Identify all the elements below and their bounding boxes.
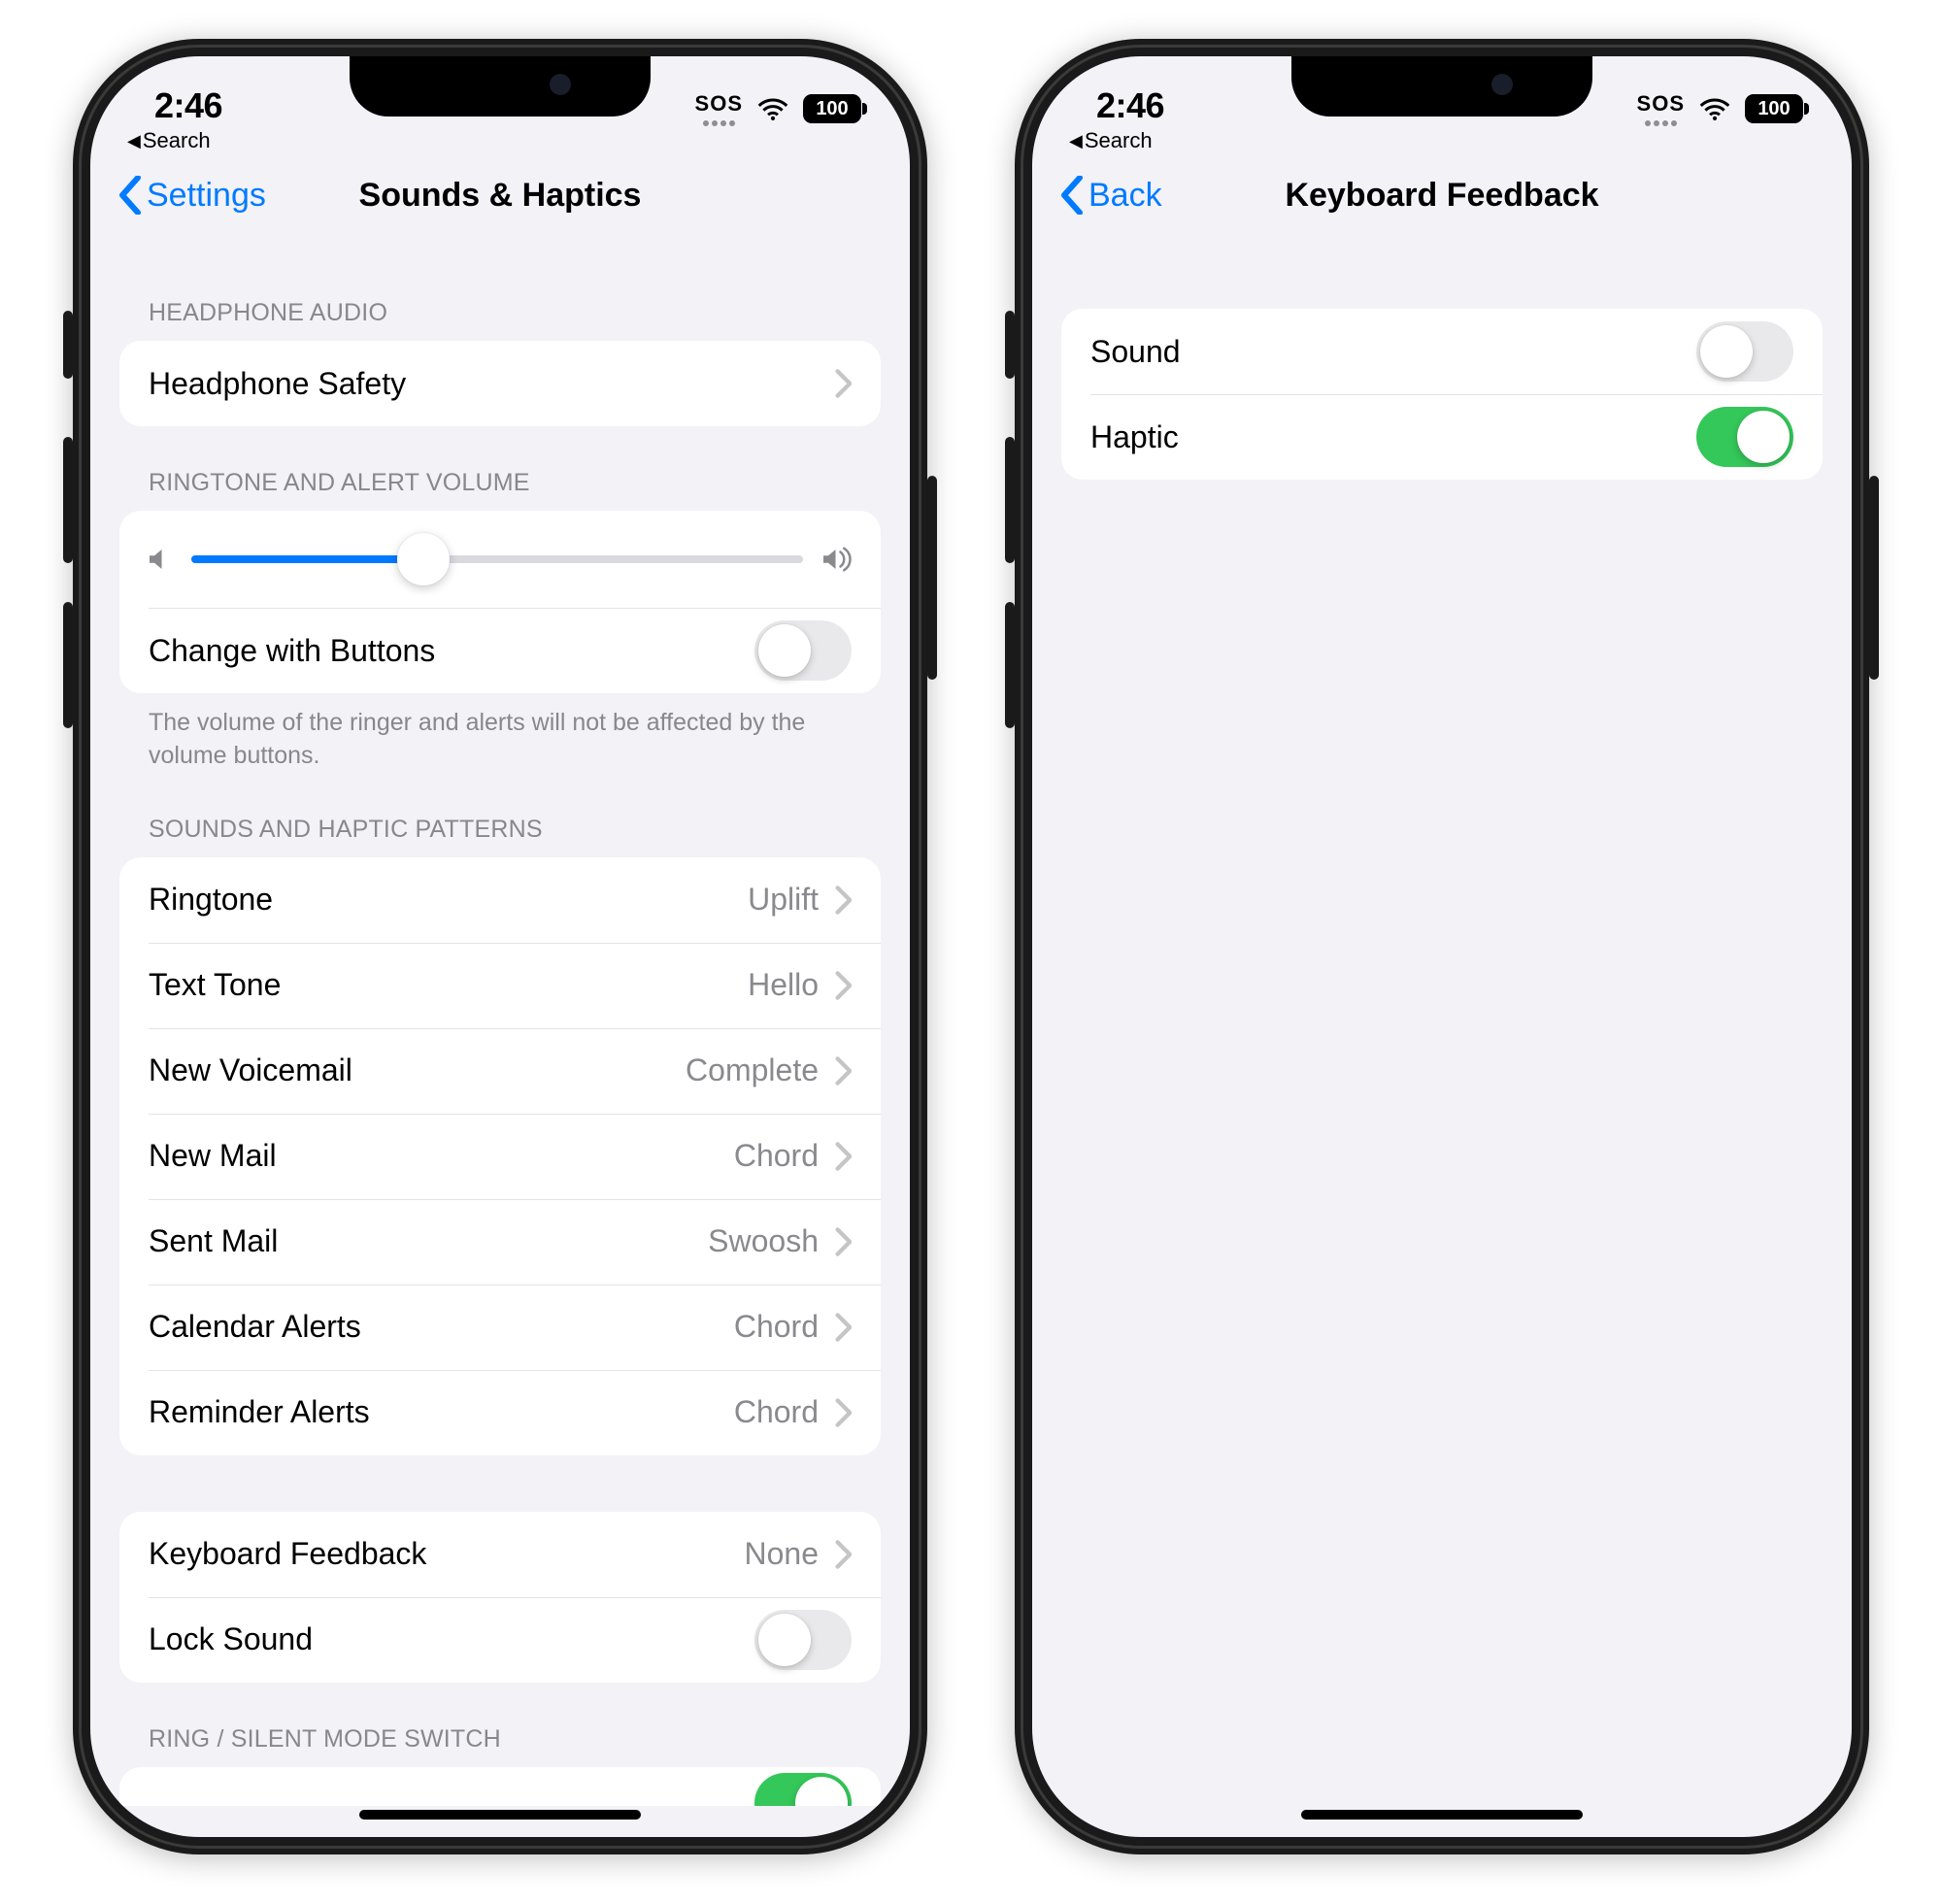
volume-up-button bbox=[1005, 437, 1015, 563]
row-keyboard-feedback[interactable]: Keyboard Feedback None bbox=[119, 1512, 881, 1597]
row-volume-slider[interactable] bbox=[119, 511, 881, 608]
volume-down-button bbox=[1005, 602, 1015, 728]
notch bbox=[350, 56, 651, 117]
row-headphone-safety[interactable]: Headphone Safety bbox=[119, 341, 881, 426]
row-ringtone[interactable]: RingtoneUplift bbox=[119, 857, 881, 943]
row-reminder-alerts[interactable]: Reminder AlertsChord bbox=[119, 1370, 881, 1455]
chevron-right-icon bbox=[834, 971, 852, 1000]
screen: 2:46 ◀ Search SOS 100 Back Keybo bbox=[1032, 56, 1852, 1837]
volume-down-button bbox=[63, 602, 73, 728]
status-time: 2:46 bbox=[154, 85, 222, 126]
group-keyboard-lock: Keyboard Feedback None Lock Sound bbox=[119, 1512, 881, 1683]
nav-bar: Back Keyboard Feedback bbox=[1032, 151, 1852, 239]
toggle-lock-sound[interactable] bbox=[754, 1610, 852, 1670]
row-calendar-alerts[interactable]: Calendar AlertsChord bbox=[119, 1285, 881, 1370]
status-right: SOS 100 bbox=[695, 91, 861, 126]
section-header-ring-mode: RING / SILENT MODE SWITCH bbox=[119, 1683, 881, 1767]
volume-high-icon bbox=[820, 545, 855, 574]
chevron-right-icon bbox=[834, 1398, 852, 1427]
status-right: SOS 100 bbox=[1637, 91, 1803, 126]
sos-indicator: SOS bbox=[1637, 91, 1685, 126]
back-triangle-icon: ◀ bbox=[127, 132, 141, 150]
group-keyboard-feedback-options: SoundHaptic bbox=[1061, 309, 1823, 480]
battery-indicator: 100 bbox=[803, 94, 861, 123]
mute-switch bbox=[63, 311, 73, 379]
phone-frame-right: 2:46 ◀ Search SOS 100 Back Keybo bbox=[1015, 39, 1869, 1854]
sos-indicator: SOS bbox=[695, 91, 743, 126]
wifi-icon bbox=[756, 96, 789, 121]
status-time: 2:46 bbox=[1096, 85, 1164, 126]
back-button[interactable]: Back bbox=[1059, 176, 1162, 215]
home-indicator[interactable] bbox=[1301, 1810, 1583, 1820]
row-lock-sound[interactable]: Lock Sound bbox=[119, 1597, 881, 1683]
toggle-change-with-buttons[interactable] bbox=[754, 620, 852, 681]
group-headphone: Headphone Safety bbox=[119, 341, 881, 426]
volume-low-icon bbox=[145, 545, 174, 574]
breadcrumb-back-to-search[interactable]: ◀ Search bbox=[1069, 128, 1153, 153]
power-button bbox=[927, 476, 937, 680]
screen: 2:46 ◀ Search SOS 100 Settings S bbox=[90, 56, 910, 1837]
toggle-ring-mode[interactable] bbox=[754, 1773, 852, 1806]
toggle-haptic[interactable] bbox=[1696, 407, 1793, 467]
row-haptic[interactable]: Haptic bbox=[1061, 394, 1823, 480]
page-title: Keyboard Feedback bbox=[1285, 177, 1598, 215]
group-patterns: RingtoneUpliftText ToneHelloNew Voicemai… bbox=[119, 857, 881, 1455]
power-button bbox=[1869, 476, 1879, 680]
chevron-right-icon bbox=[834, 1056, 852, 1086]
nav-bar: Settings Sounds & Haptics bbox=[90, 151, 910, 239]
section-header-patterns: SOUNDS AND HAPTIC PATTERNS bbox=[119, 773, 881, 857]
row-ring-mode-partial[interactable] bbox=[119, 1767, 881, 1806]
row-sound[interactable]: Sound bbox=[1061, 309, 1823, 394]
slider-thumb[interactable] bbox=[397, 533, 450, 585]
chevron-right-icon bbox=[834, 1142, 852, 1171]
chevron-right-icon bbox=[834, 1227, 852, 1256]
section-footer-volume: The volume of the ringer and alerts will… bbox=[119, 693, 881, 773]
chevron-right-icon bbox=[834, 369, 852, 398]
notch bbox=[1291, 56, 1592, 117]
chevron-right-icon bbox=[834, 885, 852, 915]
row-change-with-buttons[interactable]: Change with Buttons bbox=[119, 608, 881, 693]
battery-indicator: 100 bbox=[1745, 94, 1803, 123]
chevron-right-icon bbox=[834, 1540, 852, 1569]
volume-up-button bbox=[63, 437, 73, 563]
row-sent-mail[interactable]: Sent MailSwoosh bbox=[119, 1199, 881, 1285]
page-title: Sounds & Haptics bbox=[359, 177, 642, 215]
breadcrumb-back-to-search[interactable]: ◀ Search bbox=[127, 128, 211, 153]
back-triangle-icon: ◀ bbox=[1069, 132, 1083, 150]
settings-scroll[interactable]: HEADPHONE AUDIO Headphone Safety RINGTON… bbox=[90, 239, 910, 1837]
mute-switch bbox=[1005, 311, 1015, 379]
breadcrumb-label: Search bbox=[143, 128, 211, 153]
home-indicator[interactable] bbox=[359, 1810, 641, 1820]
chevron-right-icon bbox=[834, 1313, 852, 1342]
back-label: Back bbox=[1088, 177, 1162, 215]
group-volume: Change with Buttons bbox=[119, 511, 881, 693]
toggle-sound[interactable] bbox=[1696, 321, 1793, 382]
section-header-volume: RINGTONE AND ALERT VOLUME bbox=[119, 426, 881, 511]
row-new-mail[interactable]: New MailChord bbox=[119, 1114, 881, 1199]
wifi-icon bbox=[1698, 96, 1731, 121]
back-button[interactable]: Settings bbox=[117, 176, 266, 215]
row-text-tone[interactable]: Text ToneHello bbox=[119, 943, 881, 1028]
row-new-voicemail[interactable]: New VoicemailComplete bbox=[119, 1028, 881, 1114]
phone-frame-left: 2:46 ◀ Search SOS 100 Settings S bbox=[73, 39, 927, 1854]
breadcrumb-label: Search bbox=[1085, 128, 1153, 153]
section-header-headphone: HEADPHONE AUDIO bbox=[119, 239, 881, 341]
volume-slider[interactable] bbox=[191, 555, 803, 563]
back-label: Settings bbox=[147, 177, 266, 215]
settings-scroll[interactable]: SoundHaptic bbox=[1032, 239, 1852, 557]
